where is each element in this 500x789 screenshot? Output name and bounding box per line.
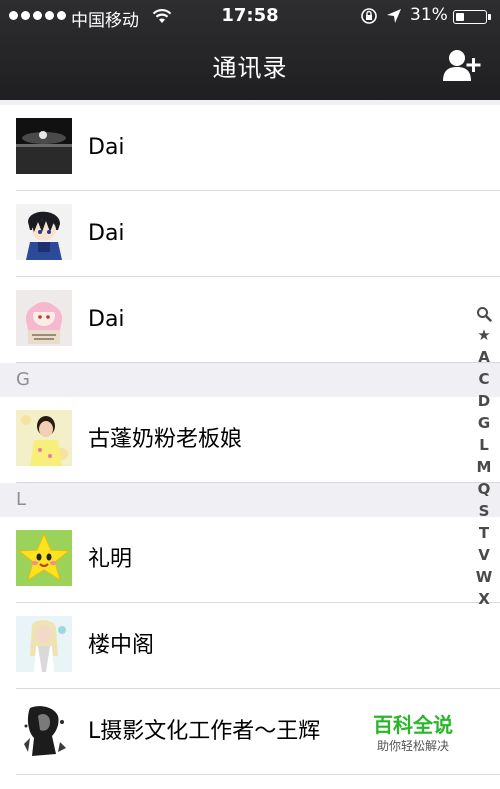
battery-icon	[453, 10, 487, 24]
battery-tip	[488, 14, 491, 20]
row-divider	[16, 774, 500, 775]
avatar	[16, 410, 72, 466]
index-letter[interactable]: L	[472, 434, 496, 456]
contact-name: 楼中阁	[88, 633, 155, 658]
avatar	[16, 204, 72, 260]
contact-name: L摄影文化工作者～王辉	[88, 719, 321, 744]
contact-name: Dai	[88, 307, 125, 332]
avatar	[16, 290, 72, 346]
contact-name: 礼明	[88, 547, 133, 572]
contact-row[interactable]: 楼中阁	[0, 603, 500, 689]
rotation-lock-icon	[361, 8, 377, 24]
contact-name: 古蓬奶粉老板娘	[88, 427, 243, 452]
contact-row[interactable]: Dai	[0, 105, 500, 191]
contact-name: Dai	[88, 135, 125, 160]
avatar	[16, 616, 72, 672]
index-letter[interactable]: Q	[472, 478, 496, 500]
contact-row[interactable]: Dai	[0, 191, 500, 277]
watermark-subtitle: 助你轻松解决	[376, 739, 449, 753]
header: 中国移动 17:58 31% 通讯录	[0, 0, 500, 100]
index-letter[interactable]: M	[472, 456, 496, 478]
contact-row[interactable]: Dai	[0, 277, 500, 363]
contact-list[interactable]: D Dai	[0, 100, 500, 789]
section-letter: G	[16, 369, 30, 390]
status-bar: 中国移动 17:58 31%	[0, 0, 500, 33]
index-star[interactable]: ★	[472, 324, 496, 346]
index-letter[interactable]: T	[472, 522, 496, 544]
battery-level-fill	[456, 13, 464, 21]
section-header-g: G	[0, 363, 500, 397]
index-letter[interactable]: D	[472, 390, 496, 412]
index-letter[interactable]: C	[472, 368, 496, 390]
section-header-l: L	[0, 483, 500, 517]
avatar	[16, 118, 72, 174]
index-letter[interactable]: A	[472, 346, 496, 368]
index-letter[interactable]: G	[472, 412, 496, 434]
index-letter[interactable]: W	[472, 566, 496, 588]
avatar	[16, 530, 72, 586]
page-title: 通讯录	[212, 54, 288, 82]
contact-row[interactable]: 古蓬奶粉老板娘	[0, 397, 500, 483]
avatar	[16, 702, 72, 758]
watermark-title: 百科全说	[373, 713, 453, 737]
index-letter[interactable]: X	[472, 588, 496, 610]
section-letter: L	[16, 489, 27, 510]
section-index-bar[interactable]: ★ A C D G L M Q S T V W X	[472, 302, 496, 610]
contacts-screen: 中国移动 17:58 31% 通讯录 Dai Dai Dai G 古蓬奶粉老板娘…	[0, 0, 500, 789]
location-arrow-icon	[387, 9, 401, 23]
index-letter[interactable]: V	[472, 544, 496, 566]
index-search-icon[interactable]	[472, 302, 496, 324]
contact-name: Dai	[88, 221, 125, 246]
battery-percentage: 31%	[410, 5, 448, 25]
add-contact-icon[interactable]	[442, 48, 484, 84]
index-letter[interactable]: S	[472, 500, 496, 522]
contact-row[interactable]: 礼明	[0, 517, 500, 603]
watermark: 百科全说 助你轻松解决	[358, 712, 468, 754]
